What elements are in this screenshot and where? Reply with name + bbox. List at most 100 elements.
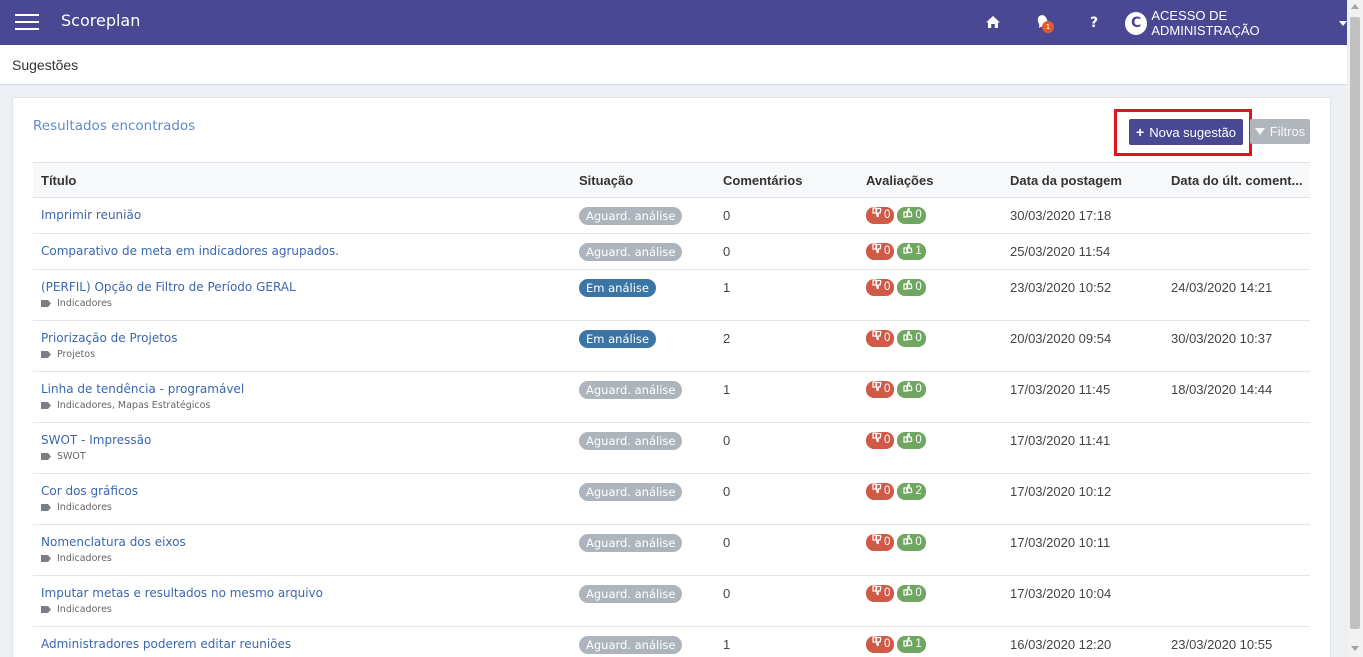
scroll-up-icon[interactable] [1351,4,1359,9]
thumbs-down-button[interactable]: 0 [866,207,895,224]
thumbs-up-button[interactable]: 0 [897,279,926,296]
thumbs-down-button[interactable]: 0 [866,636,895,653]
thumbs-down-button[interactable]: 0 [866,279,895,296]
cell-comments: 1 [715,626,858,657]
suggestion-title-link[interactable]: Nomenclatura dos eixos [41,535,571,549]
status-badge: Aguard. análise [579,636,683,654]
suggestion-title-link[interactable]: Imprimir reunião [41,208,571,222]
table-row: SWOT - Impressão SWOT Aguard. análise 0 0 0 17… [33,422,1310,474]
thumbs-down-button[interactable]: 0 [866,330,895,347]
suggestion-title-link[interactable]: Comparativo de meta em indicadores agrup… [41,244,571,258]
suggestions-table: Título Situação Comentários Avaliações D… [33,162,1310,657]
column-header-last-comment-date[interactable]: Data do últ. coment... [1163,162,1310,198]
cell-status: Aguard. análise [571,626,715,657]
table-row: Imputar metas e resultados no mesmo arqu… [33,575,1310,627]
filters-button[interactable]: Filtros [1250,119,1310,144]
thumbs-up-button[interactable]: 0 [897,585,926,602]
cell-ratings: 01 [858,626,1002,657]
user-menu[interactable]: C ACESSO DE ADMINISTRAÇÃO [1125,8,1347,38]
thumbs-up-count: 0 [915,209,922,221]
suggestion-title-link[interactable]: Imputar metas e resultados no mesmo arqu… [41,586,571,600]
cell-posted-date: 17/03/2020 10:04 [1002,575,1163,627]
cell-posted-date: 17/03/2020 10:12 [1002,473,1163,525]
suggestion-title-link[interactable]: Cor dos gráficos [41,484,571,498]
thumbs-up-button[interactable]: 0 [897,534,926,551]
cell-status: Em análise [571,320,715,372]
cell-comments: 0 [715,524,858,576]
thumbs-up-button[interactable]: 0 [897,330,926,347]
suggestion-title-link[interactable]: SWOT - Impressão [41,433,571,447]
thumbs-down-button[interactable]: 0 [866,483,895,500]
cell-ratings: 00 [858,197,1002,234]
table-header-row: Título Situação Comentários Avaliações D… [33,162,1310,198]
thumbs-up-button[interactable]: 0 [897,381,926,398]
cell-comments: 1 [715,269,858,321]
thumbs-down-button[interactable]: 0 [866,585,895,602]
cell-comments: 0 [715,473,858,525]
cell-last-comment-date: 30/03/2020 10:37 [1163,320,1310,372]
thumbs-down-count: 0 [884,332,891,344]
cell-title: Comparativo de meta em indicadores agrup… [33,233,571,270]
tag-icon [41,351,51,358]
avatar: C [1125,11,1148,35]
thumbs-up-button[interactable]: 1 [897,636,926,653]
thumbs-down-button[interactable]: 0 [866,534,895,551]
new-suggestion-button[interactable]: + Nova sugestão [1129,119,1243,145]
menu-icon[interactable] [15,14,39,30]
status-badge: Aguard. análise [579,534,683,552]
cell-last-comment-date [1163,575,1310,627]
column-header-title[interactable]: Título [33,162,571,198]
vertical-scrollbar[interactable] [1347,0,1363,657]
thumbs-up-button[interactable]: 0 [897,432,926,449]
thumbs-down-button[interactable]: 0 [866,381,895,398]
cell-last-comment-date [1163,233,1310,270]
home-icon[interactable] [984,13,1002,31]
thumbs-down-icon [871,636,884,653]
tag-text: Projetos [57,349,96,360]
suggestion-title-link[interactable]: Priorização de Projetos [41,331,571,345]
thumbs-up-button[interactable]: 2 [897,483,926,500]
cell-posted-date: 23/03/2020 10:52 [1002,269,1163,321]
thumbs-down-button[interactable]: 0 [866,432,895,449]
tag-list: Indicadores [41,553,571,564]
tag-list: Indicadores [41,298,571,309]
cell-ratings: 00 [858,524,1002,576]
top-navbar: Scoreplan 1 ? C ACESSO DE ADMINISTRAÇÃO [0,0,1347,45]
table-row: Cor dos gráficos Indicadores Aguard. análi… [33,473,1310,525]
thumbs-down-button[interactable]: 0 [866,243,895,260]
column-header-posted-date[interactable]: Data da postagem [1002,162,1163,198]
tag-text: SWOT [57,451,86,462]
thumbs-up-button[interactable]: 1 [897,243,926,260]
suggestion-title-link[interactable]: Linha de tendência - programável [41,382,571,396]
thumbs-down-count: 0 [884,383,891,395]
thumbs-down-icon [871,279,884,296]
help-icon[interactable]: ? [1085,13,1103,31]
cell-comments: 0 [715,233,858,270]
cell-comments: 1 [715,371,858,423]
cell-ratings: 01 [858,233,1002,270]
cell-last-comment-date: 23/03/2020 10:55 [1163,626,1310,657]
scroll-down-icon[interactable] [1351,646,1359,651]
cell-title: Administradores poderem editar reuniões [33,626,571,657]
suggestion-title-link[interactable]: (PERFIL) Opção de Filtro de Período GERA… [41,280,571,294]
thumbs-down-count: 0 [884,536,891,548]
status-badge: Aguard. análise [579,381,683,399]
column-header-ratings[interactable]: Avaliações [858,162,1002,198]
scrollbar-thumb[interactable] [1350,17,1360,629]
column-header-comments[interactable]: Comentários [715,162,858,198]
thumbs-up-button[interactable]: 0 [897,207,926,224]
thumbs-down-icon [871,483,884,500]
tag-text: Indicadores, Mapas Estratégicos [57,400,211,411]
cell-posted-date: 16/03/2020 12:20 [1002,626,1163,657]
thumbs-down-icon [871,534,884,551]
thumbs-down-count: 0 [884,281,891,293]
cell-title: (PERFIL) Opção de Filtro de Período GERA… [33,269,571,321]
suggestion-title-link[interactable]: Administradores poderem editar reuniões [41,637,571,651]
table-row: Nomenclatura dos eixos Indicadores Aguard.… [33,524,1310,576]
cell-status: Aguard. análise [571,233,715,270]
table-row: Comparativo de meta em indicadores agrup… [33,233,1310,270]
app-brand[interactable]: Scoreplan [61,11,140,30]
cell-ratings: 00 [858,371,1002,423]
tag-icon [41,555,51,562]
column-header-status[interactable]: Situação [571,162,715,198]
